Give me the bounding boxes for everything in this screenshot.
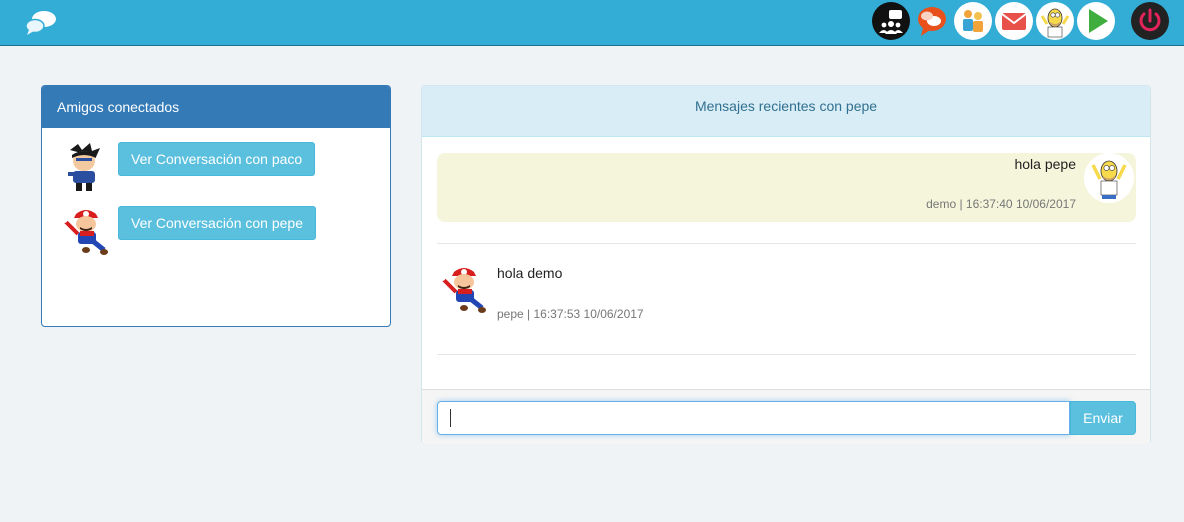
message-text: hola pepe	[1014, 156, 1076, 172]
group-chat-icon[interactable]	[872, 2, 910, 40]
ninja-avatar	[68, 143, 100, 191]
send-button[interactable]: Enviar	[1070, 401, 1136, 435]
friend-item-pepe: Ver Conversación con pepe	[60, 206, 380, 256]
messages-icon[interactable]	[913, 2, 951, 40]
view-conversation-paco-button[interactable]: Ver Conversación con paco	[118, 142, 316, 176]
chat-panel: Mensajes recientes con pepe hola pepe de…	[421, 85, 1151, 444]
top-navbar	[0, 0, 1184, 46]
message-meta: demo | 16:37:40 10/06/2017	[926, 197, 1076, 211]
mario-avatar	[60, 210, 108, 255]
contacts-icon[interactable]	[954, 2, 992, 40]
mail-icon[interactable]	[995, 2, 1033, 40]
chat-input-bar: Enviar	[422, 389, 1150, 444]
power-icon[interactable]	[1131, 2, 1169, 40]
message-divider	[437, 354, 1136, 355]
friends-panel-title: Amigos conectados	[42, 86, 390, 128]
message-item-other: hola demo pepe | 16:37:53 10/06/2017	[437, 256, 1136, 336]
message-item-mine: hola pepe demo | 16:37:40 10/06/2017	[437, 153, 1136, 222]
chat-panel-title: Mensajes recientes con pepe	[422, 86, 1150, 137]
friends-panel: Amigos conectados Ver Conversación con p…	[41, 85, 391, 327]
message-divider	[437, 243, 1136, 244]
play-icon[interactable]	[1077, 2, 1115, 40]
friend-item-paco: Ver Conversación con paco	[60, 142, 380, 192]
homer-avatar	[1084, 153, 1134, 203]
mario-avatar	[438, 268, 486, 313]
message-input[interactable]	[437, 401, 1070, 435]
user-avatar-icon[interactable]	[1036, 2, 1074, 40]
nav-icons	[0, 2, 1184, 42]
message-text: hola demo	[497, 265, 563, 281]
view-conversation-pepe-button[interactable]: Ver Conversación con pepe	[118, 206, 316, 240]
message-meta: pepe | 16:37:53 10/06/2017	[497, 307, 644, 321]
text-caret	[450, 409, 451, 427]
